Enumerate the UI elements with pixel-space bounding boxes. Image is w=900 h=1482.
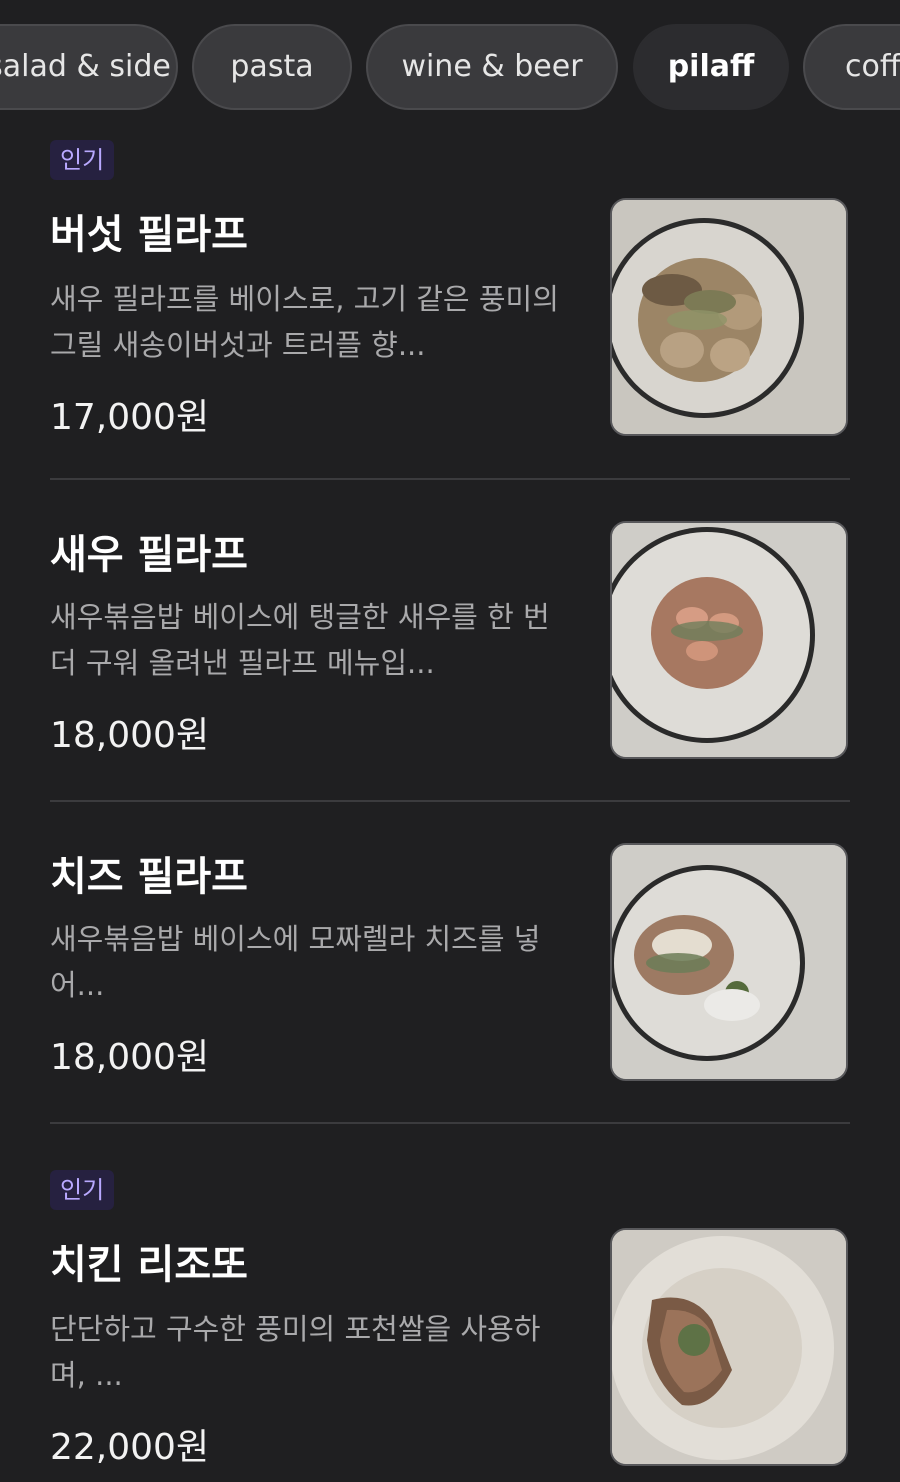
menu-item-name: 치즈 필라프 <box>50 854 248 900</box>
popular-badge: 인기 <box>50 1170 115 1210</box>
category-chip-coffee[interactable]: coffee <box>803 24 900 110</box>
mushroom-pilaf-photo-icon[interactable] <box>610 198 848 436</box>
category-chip-bar: salad & side pasta wine & beer pilaff co… <box>0 0 900 130</box>
menu-item-chicken-risotto[interactable]: 인기 치킨 리조또 단단하고 구수한 풍미의 포천쌀을 사용하며, ... 22… <box>50 1170 850 1470</box>
shrimp-pilaf-photo-icon[interactable] <box>610 521 848 759</box>
menu-item-shrimp-pilaf[interactable]: 새우 필라프 새우볶음밥 베이스에 탱글한 새우를 한 번 더 구워 올려낸 필… <box>50 500 850 780</box>
menu-item-name: 치킨 리조또 <box>50 1242 248 1288</box>
menu-item-description: 새우볶음밥 베이스에 모짜렐라 치즈를 넣어... <box>50 922 541 1002</box>
category-chip-pasta[interactable]: pasta <box>192 24 352 110</box>
menu-item-price: 18,000원 <box>50 715 210 756</box>
menu-item-cheese-pilaf[interactable]: 치즈 필라프 새우볶음밥 베이스에 모짜렐라 치즈를 넣어... 18,000원 <box>50 822 850 1102</box>
menu-item-description: 새우 필라프를 베이스로, 고기 같은 풍미의 그릴 새송이버섯과 트러플 향.… <box>50 282 559 362</box>
menu-item-mushroom-pilaf[interactable]: 인기 버섯 필라프 새우 필라프를 베이스로, 고기 같은 풍미의 그릴 새송이… <box>50 140 850 440</box>
menu-item-name: 새우 필라프 <box>50 532 248 578</box>
divider <box>50 478 850 480</box>
popular-badge: 인기 <box>50 140 115 180</box>
menu-item-price: 18,000원 <box>50 1037 210 1078</box>
divider <box>50 1122 850 1124</box>
cheese-pilaf-photo-icon[interactable] <box>610 843 848 1081</box>
menu-item-name: 버섯 필라프 <box>50 212 248 258</box>
menu-item-description: 새우볶음밥 베이스에 탱글한 새우를 한 번 더 구워 올려낸 필라프 메뉴입.… <box>50 600 550 680</box>
menu-item-price: 22,000원 <box>50 1427 210 1468</box>
chicken-risotto-photo-icon[interactable] <box>610 1228 848 1466</box>
menu-item-price: 17,000원 <box>50 397 210 438</box>
menu-item-description: 단단하고 구수한 풍미의 포천쌀을 사용하며, ... <box>50 1312 541 1392</box>
category-chip-pilaff[interactable]: pilaff <box>633 24 789 110</box>
category-chip-wine-beer[interactable]: wine & beer <box>366 24 618 110</box>
category-chip-salad-side[interactable]: salad & side <box>0 24 178 110</box>
divider <box>50 800 850 802</box>
